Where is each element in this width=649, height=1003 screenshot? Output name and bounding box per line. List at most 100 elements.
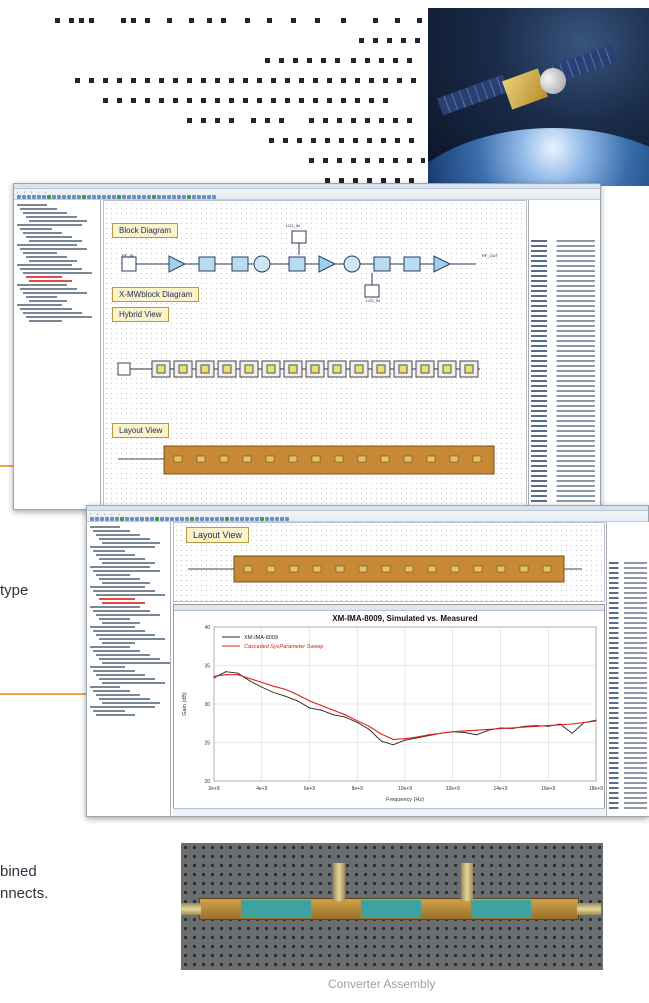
amplifier-block[interactable]: [168, 255, 187, 273]
parts-list-row[interactable]: [531, 445, 595, 447]
tree-node[interactable]: [102, 582, 150, 584]
parts-list-row[interactable]: [531, 425, 595, 427]
layout-component[interactable]: [219, 455, 229, 463]
toolbar-button[interactable]: [95, 516, 99, 521]
tree-node[interactable]: [93, 690, 130, 692]
tree-node[interactable]: [90, 566, 150, 568]
tree-node[interactable]: [17, 244, 77, 246]
toolbar-button[interactable]: [230, 516, 234, 521]
parts-list-row[interactable]: [609, 802, 647, 804]
tree-node[interactable]: [20, 308, 72, 310]
layout-component[interactable]: [449, 455, 459, 463]
parts-list-row[interactable]: [609, 662, 647, 664]
layout-component[interactable]: [265, 455, 275, 463]
tree-node[interactable]: [90, 686, 120, 688]
menu-item[interactable]: ▪: [38, 190, 39, 194]
toolbar-button[interactable]: [212, 194, 216, 199]
toolbar-button[interactable]: [105, 516, 109, 521]
project-tree[interactable]: [14, 200, 101, 509]
toolbar-button[interactable]: [187, 194, 191, 199]
toolbar-button[interactable]: [152, 194, 156, 199]
tree-node[interactable]: [26, 296, 57, 298]
parts-list-row[interactable]: [609, 767, 647, 769]
project-tree[interactable]: [87, 522, 171, 816]
toolbar-button[interactable]: [52, 194, 56, 199]
parts-list-row[interactable]: [609, 642, 647, 644]
toolbar-button[interactable]: [200, 516, 204, 521]
layout-component[interactable]: [266, 565, 276, 573]
tree-node[interactable]: [93, 630, 145, 632]
tree-node[interactable]: [29, 240, 82, 242]
parts-list-row[interactable]: [531, 405, 595, 407]
tree-node[interactable]: [99, 678, 155, 680]
tree-node[interactable]: [96, 634, 155, 636]
layout-component[interactable]: [242, 455, 252, 463]
parts-list-row[interactable]: [531, 415, 595, 417]
layout-component[interactable]: [427, 565, 437, 573]
toolbar-button[interactable]: [270, 516, 274, 521]
layout-component[interactable]: [426, 455, 436, 463]
toolbar-button[interactable]: [92, 194, 96, 199]
toolbar-button[interactable]: [122, 194, 126, 199]
parts-list-row[interactable]: [531, 465, 595, 467]
tree-node[interactable]: [99, 578, 140, 580]
menu-item[interactable]: ▪: [104, 512, 105, 516]
parts-list-row[interactable]: [609, 747, 647, 749]
toolbar-button[interactable]: [147, 194, 151, 199]
toolbar-button[interactable]: [207, 194, 211, 199]
layout-component[interactable]: [289, 565, 299, 573]
parts-list-row[interactable]: [531, 255, 595, 257]
tree-node[interactable]: [96, 654, 150, 656]
tree-node[interactable]: [29, 300, 67, 302]
parts-list-row[interactable]: [531, 400, 595, 402]
tree-node[interactable]: [17, 224, 82, 226]
toolbar-button[interactable]: [150, 516, 154, 521]
parts-list-row[interactable]: [609, 572, 647, 574]
parts-list-row[interactable]: [531, 310, 595, 312]
tree-node[interactable]: [26, 276, 62, 278]
toolbar-button[interactable]: [155, 516, 159, 521]
gain-chart[interactable]: XM-IMA-8009, Simulated vs. Measured 2e+9 4…: [174, 611, 604, 807]
layout-component[interactable]: [334, 455, 344, 463]
layout-component[interactable]: [496, 565, 506, 573]
tree-node[interactable]: [102, 662, 170, 664]
parts-list-row[interactable]: [609, 647, 647, 649]
toolbar-button[interactable]: [27, 194, 31, 199]
parts-list-row[interactable]: [531, 365, 595, 367]
filter-block[interactable]: [231, 256, 249, 272]
toolbar-button[interactable]: [235, 516, 239, 521]
layout-component[interactable]: [243, 565, 253, 573]
toolbar-button[interactable]: [22, 194, 26, 199]
amplifier-block[interactable]: [433, 255, 452, 273]
tree-node[interactable]: [26, 236, 72, 238]
parts-list-row[interactable]: [531, 260, 595, 262]
toolbar-button[interactable]: [42, 194, 46, 199]
parts-list-row[interactable]: [531, 320, 595, 322]
toolbar-button[interactable]: [160, 516, 164, 521]
toolbar-button[interactable]: [117, 194, 121, 199]
parts-list-row[interactable]: [609, 582, 647, 584]
parts-list-row[interactable]: [609, 762, 647, 764]
parts-list-row[interactable]: [609, 632, 647, 634]
port-block[interactable]: [117, 362, 131, 376]
toolbar-button[interactable]: [250, 516, 254, 521]
toolbar-button[interactable]: [210, 516, 214, 521]
parts-list-row[interactable]: [531, 360, 595, 362]
toolbar-button[interactable]: [132, 194, 136, 199]
parts-list-row[interactable]: [609, 772, 647, 774]
parts-list-row[interactable]: [609, 657, 647, 659]
parts-list-row[interactable]: [609, 797, 647, 799]
tree-node[interactable]: [17, 304, 62, 306]
parts-list-row[interactable]: [609, 717, 647, 719]
toolbar-button[interactable]: [172, 194, 176, 199]
tree-node[interactable]: [93, 590, 155, 592]
tree-node[interactable]: [96, 674, 145, 676]
tree-node[interactable]: [17, 284, 67, 286]
parts-list-row[interactable]: [531, 410, 595, 412]
parts-list-row[interactable]: [531, 495, 595, 497]
toolbar-button[interactable]: [245, 516, 249, 521]
parts-list-row[interactable]: [609, 637, 647, 639]
toolbar-button[interactable]: [142, 194, 146, 199]
parts-list-row[interactable]: [609, 792, 647, 794]
layout-component[interactable]: [472, 455, 482, 463]
